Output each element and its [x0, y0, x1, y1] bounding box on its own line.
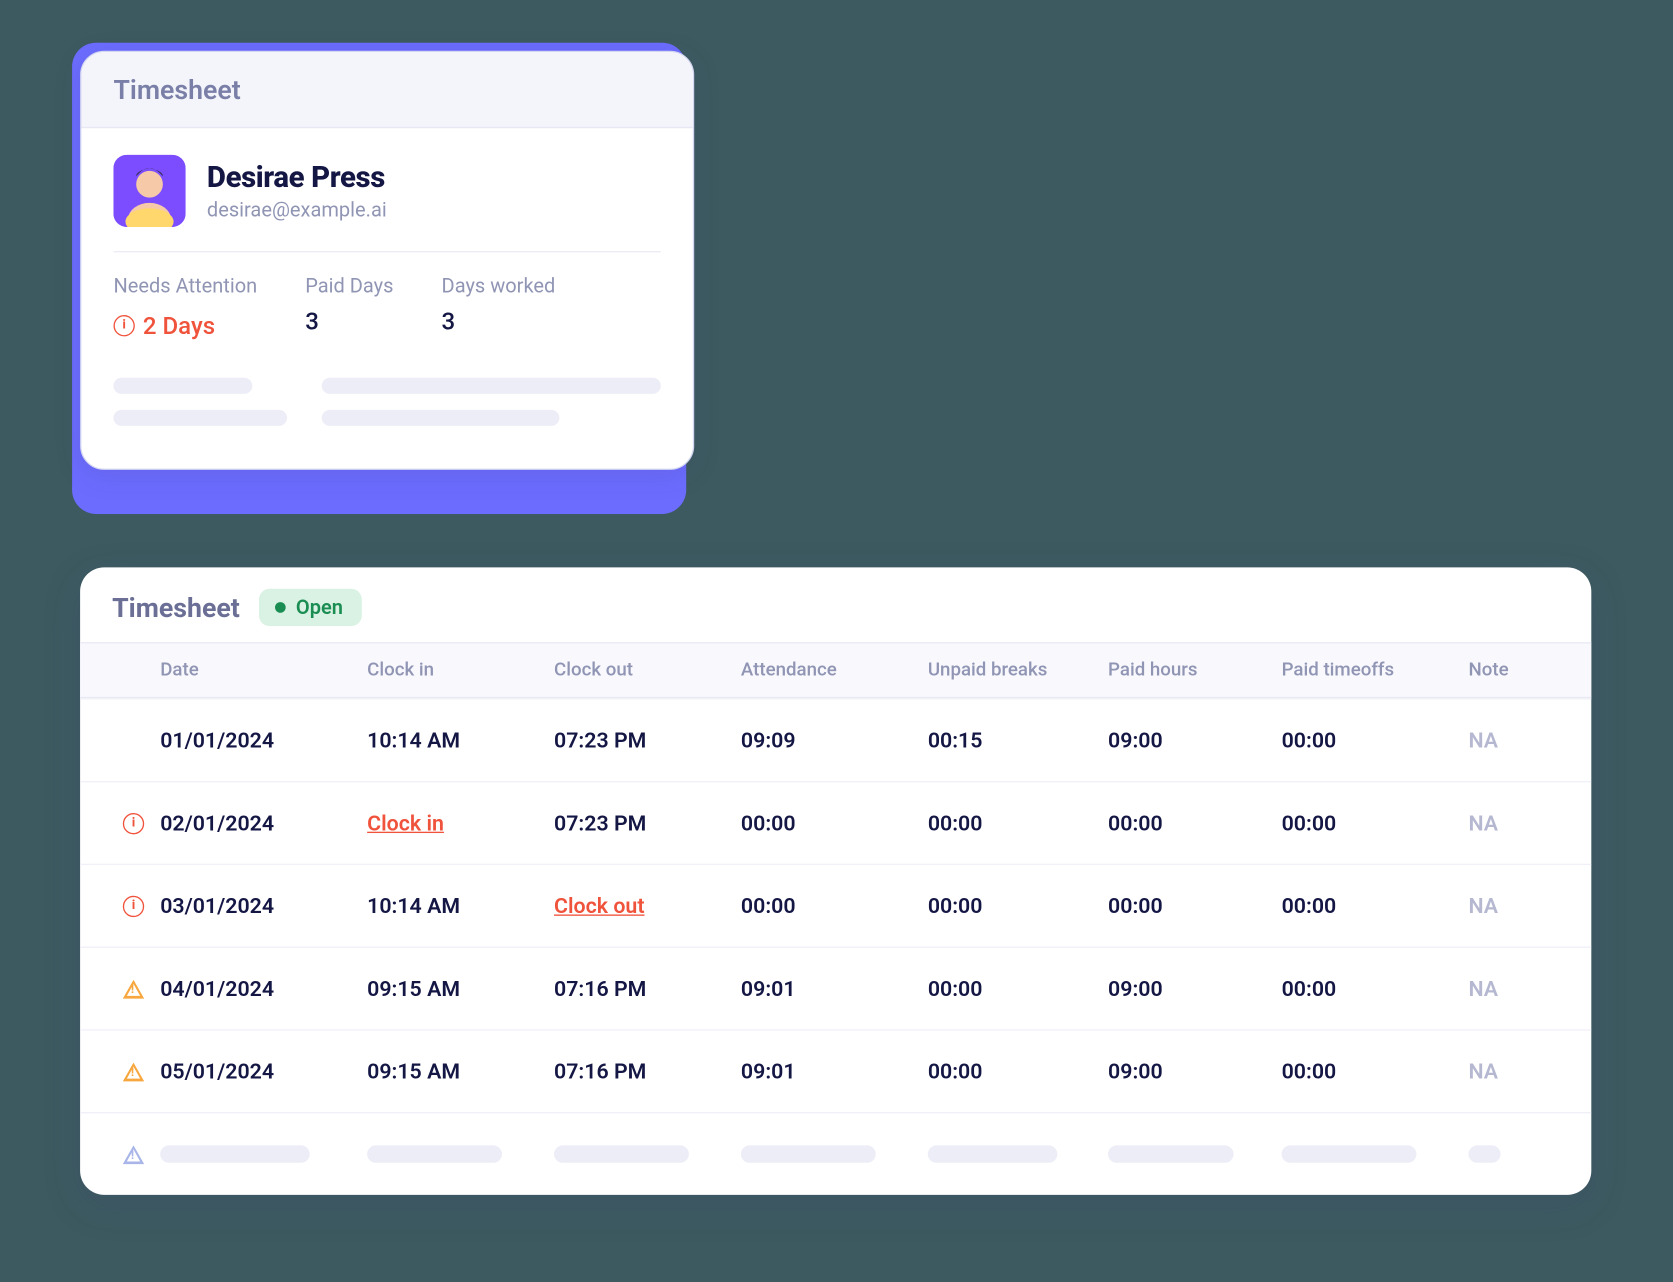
col-clock-in: Clock in — [367, 659, 554, 680]
loading-skeleton — [113, 377, 660, 441]
cell-clock-in: 10:14 AM — [367, 893, 554, 918]
col-attendance: Attendance — [741, 659, 928, 680]
cell-paid-timeoffs: 00:00 — [1282, 893, 1469, 918]
cell-attendance: 09:09 — [741, 728, 928, 753]
cell-attendance: 09:01 — [741, 1059, 928, 1084]
table-title: Timesheet — [112, 591, 240, 623]
alert-icon: i — [113, 315, 134, 336]
cell-paid-timeoffs: 00:00 — [1282, 728, 1469, 753]
cell-paid-timeoffs: 00:00 — [1282, 976, 1469, 1001]
cell-note: NA — [1469, 810, 1549, 835]
col-note: Note — [1469, 659, 1549, 680]
cell-attendance: 00:00 — [741, 810, 928, 835]
cell-clock-in: 10:14 AM — [367, 728, 554, 753]
cell-paid-hours: 09:00 — [1108, 1059, 1282, 1084]
stat-value: 3 — [305, 308, 393, 336]
status-badge: Open — [259, 589, 362, 626]
cell-paid-timeoffs: 00:00 — [1282, 1059, 1469, 1084]
alert-icon: i — [123, 895, 144, 916]
col-unpaid-breaks: Unpaid breaks — [928, 659, 1108, 680]
stat-needs-attention: Needs Attention i 2 Days — [113, 274, 257, 340]
cell-clock-in: 09:15 AM — [367, 976, 554, 1001]
stat-days-worked: Days worked 3 — [442, 274, 556, 340]
cell-attendance: 09:01 — [741, 976, 928, 1001]
warning-icon — [123, 979, 144, 998]
clock-in-link[interactable]: Clock in — [367, 810, 554, 835]
clock-out-link[interactable]: Clock out — [554, 893, 741, 918]
info-icon — [123, 1145, 144, 1164]
stat-label: Paid Days — [305, 274, 393, 298]
cell-clock-out: 07:16 PM — [554, 1059, 741, 1084]
status-text: Open — [296, 595, 343, 619]
cell-date: 03/01/2024 — [160, 893, 367, 918]
cell-clock-out: 07:23 PM — [554, 810, 741, 835]
col-clock-out: Clock out — [554, 659, 741, 680]
table-row-loading — [80, 1112, 1591, 1195]
col-paid-hours: Paid hours — [1108, 659, 1282, 680]
cell-unpaid-breaks: 00:15 — [928, 728, 1108, 753]
cell-date: 05/01/2024 — [160, 1059, 367, 1084]
cell-unpaid-breaks: 00:00 — [928, 976, 1108, 1001]
cell-clock-out: 07:16 PM — [554, 976, 741, 1001]
stat-value: 3 — [442, 308, 556, 336]
stat-paid-days: Paid Days 3 — [305, 274, 393, 340]
cell-paid-hours: 00:00 — [1108, 810, 1282, 835]
cell-paid-timeoffs: 00:00 — [1282, 810, 1469, 835]
table-header-row: Date Clock in Clock out Attendance Unpai… — [80, 642, 1591, 698]
table-row[interactable]: 01/01/202410:14 AM07:23 PM09:0900:1509:0… — [80, 698, 1591, 781]
cell-unpaid-breaks: 00:00 — [928, 810, 1108, 835]
summary-title: Timesheet — [113, 73, 660, 105]
col-paid-timeoffs: Paid timeoffs — [1282, 659, 1469, 680]
table-row[interactable]: i03/01/202410:14 AMClock out00:0000:0000… — [80, 864, 1591, 947]
cell-note: NA — [1469, 1059, 1549, 1084]
stat-value: 2 Days — [143, 312, 215, 340]
timesheet-summary-card: Timesheet Desirae Press — [80, 51, 694, 470]
user-email: desirae@example.ai — [207, 197, 387, 221]
cell-paid-hours: 00:00 — [1108, 893, 1282, 918]
alert-icon: i — [123, 812, 144, 833]
warning-icon — [123, 1062, 144, 1081]
cell-note: NA — [1469, 893, 1549, 918]
stat-label: Needs Attention — [113, 274, 257, 298]
cell-unpaid-breaks: 00:00 — [928, 893, 1108, 918]
cell-date: 02/01/2024 — [160, 810, 367, 835]
cell-date: 01/01/2024 — [160, 728, 367, 753]
timesheet-table-card: Timesheet Open Date Clock in Clock out A… — [80, 567, 1591, 1194]
cell-date: 04/01/2024 — [160, 976, 367, 1001]
stat-label: Days worked — [442, 274, 556, 298]
cell-unpaid-breaks: 00:00 — [928, 1059, 1108, 1084]
avatar — [113, 155, 185, 227]
table-row[interactable]: 05/01/202409:15 AM07:16 PM09:0100:0009:0… — [80, 1029, 1591, 1112]
cell-note: NA — [1469, 728, 1549, 753]
cell-note: NA — [1469, 976, 1549, 1001]
user-name: Desirae Press — [207, 161, 387, 194]
table-row[interactable]: i02/01/2024Clock in07:23 PM00:0000:0000:… — [80, 781, 1591, 864]
cell-attendance: 00:00 — [741, 893, 928, 918]
cell-clock-out: 07:23 PM — [554, 728, 741, 753]
cell-paid-hours: 09:00 — [1108, 976, 1282, 1001]
cell-paid-hours: 09:00 — [1108, 728, 1282, 753]
col-date: Date — [160, 659, 367, 680]
status-dot-icon — [275, 602, 286, 613]
table-row[interactable]: 04/01/202409:15 AM07:16 PM09:0100:0009:0… — [80, 947, 1591, 1030]
cell-clock-in: 09:15 AM — [367, 1059, 554, 1084]
